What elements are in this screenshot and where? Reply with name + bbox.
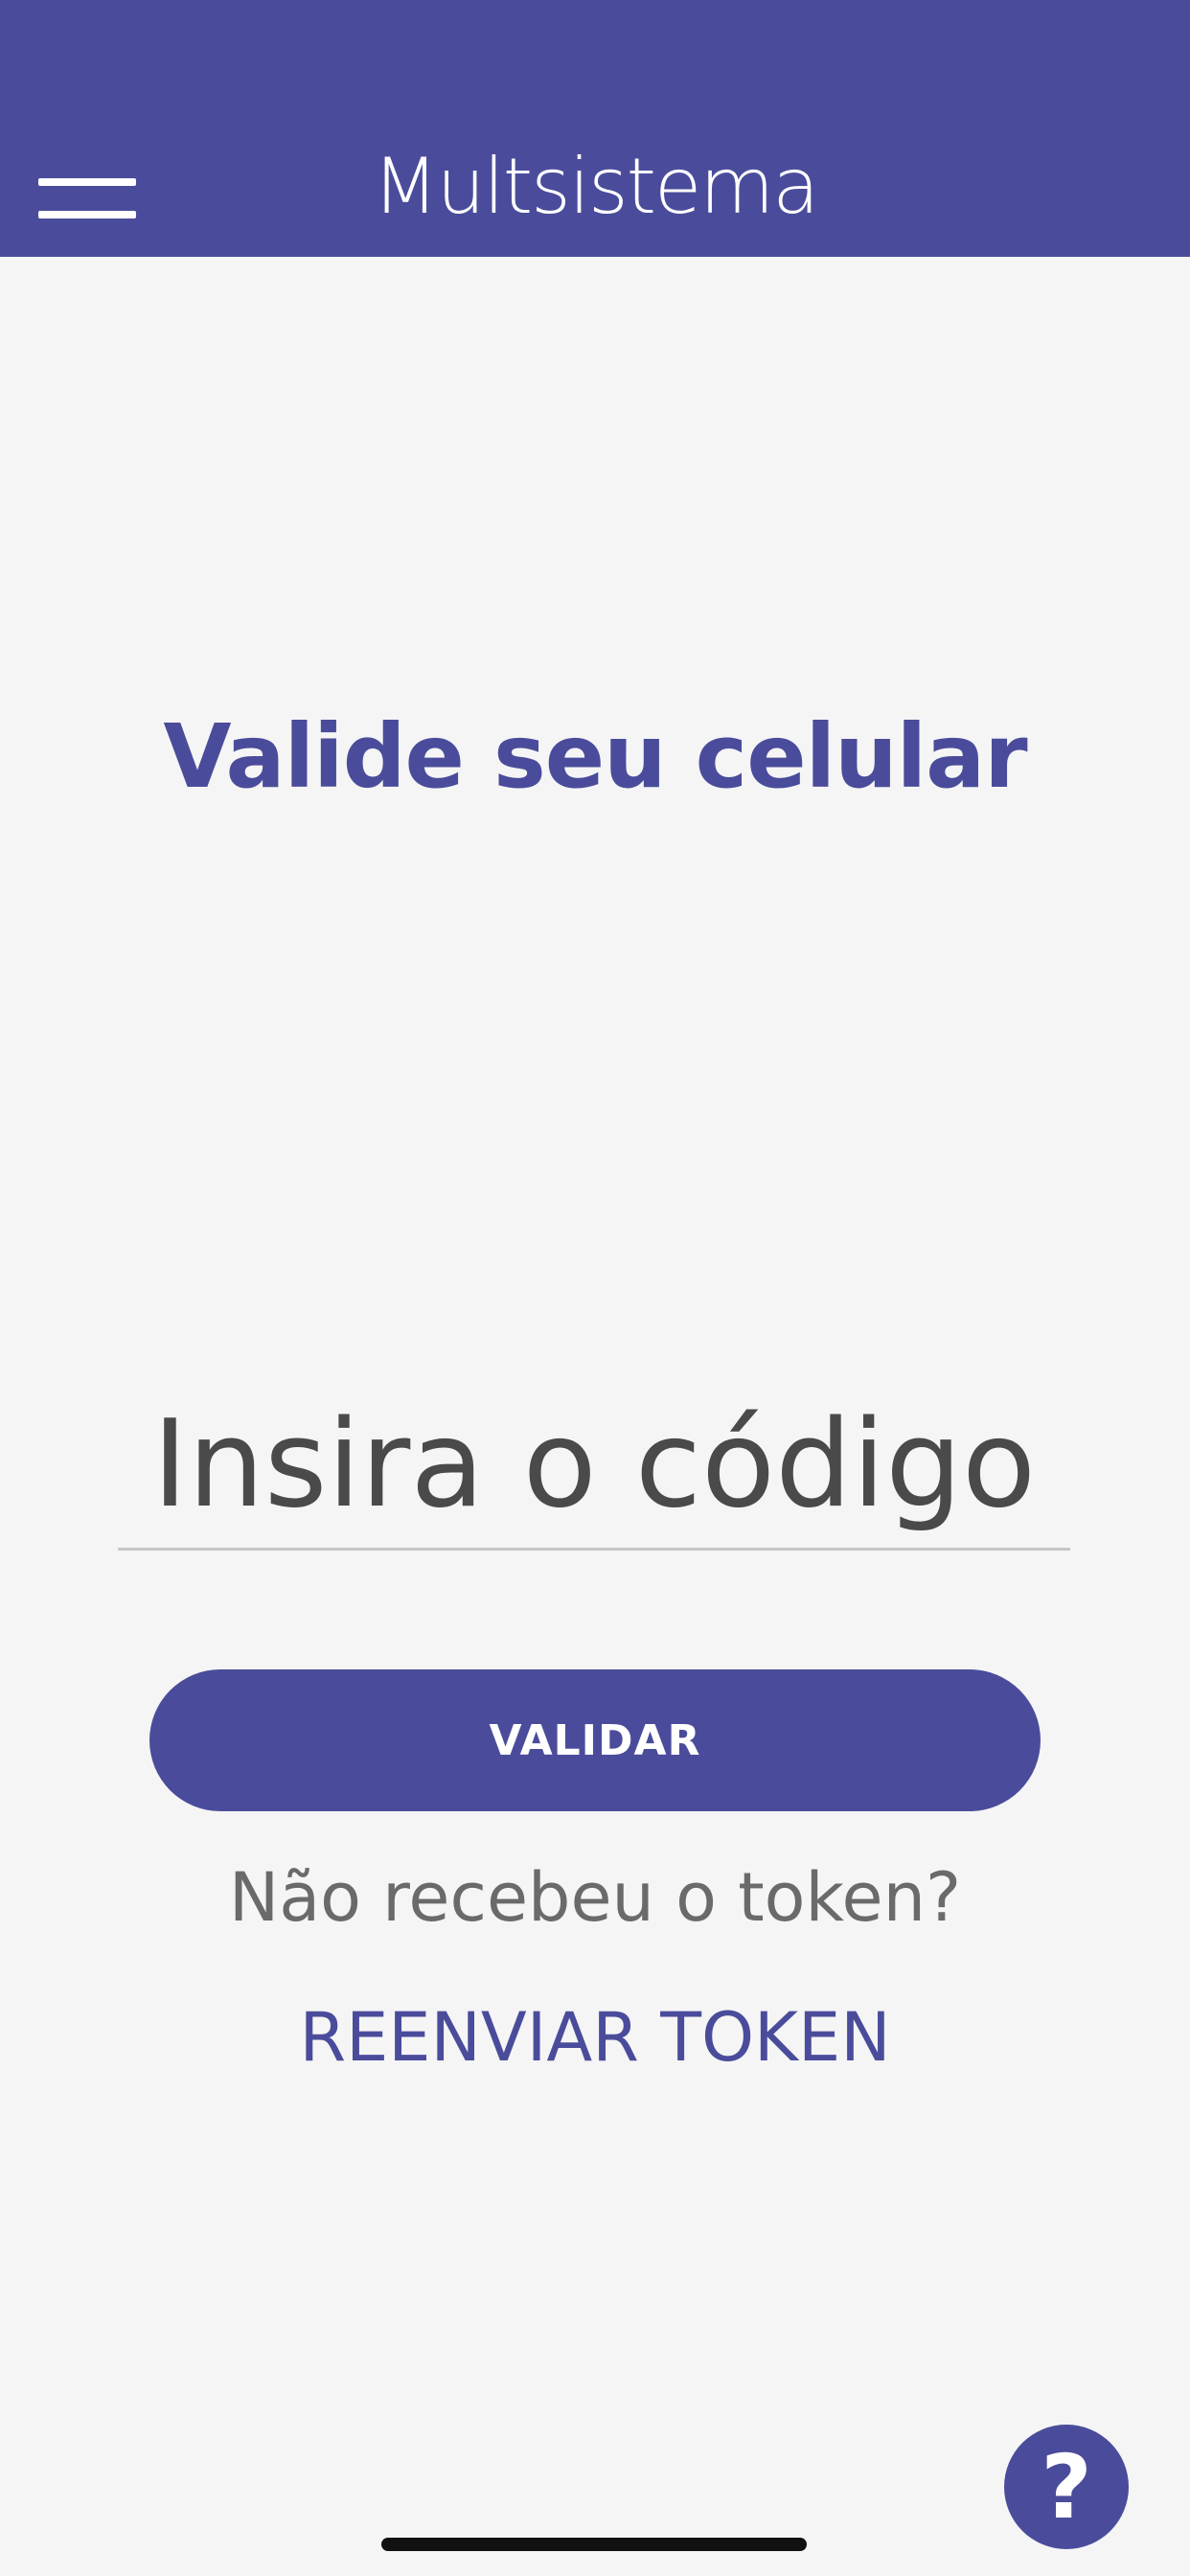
menu-button[interactable] — [38, 178, 136, 220]
resend-prompt: Não recebeu o token? — [228, 1858, 962, 1937]
help-icon: ? — [1041, 2435, 1092, 2539]
help-button[interactable]: ? — [1004, 2425, 1129, 2549]
home-indicator — [381, 2538, 807, 2551]
brand-logo: Multsistema — [372, 142, 819, 231]
app-header: Multsistema — [0, 0, 1190, 257]
resend-token-link[interactable]: REENVIAR TOKEN — [0, 1990, 1190, 2085]
hamburger-menu-icon — [38, 178, 136, 186]
code-input[interactable] — [118, 1380, 1070, 1548]
code-field — [118, 1380, 1070, 1551]
page-title: Valide seu celular — [163, 705, 1027, 808]
hamburger-menu-icon-bar — [38, 211, 136, 218]
validate-button[interactable]: VALIDAR — [149, 1669, 1041, 1811]
